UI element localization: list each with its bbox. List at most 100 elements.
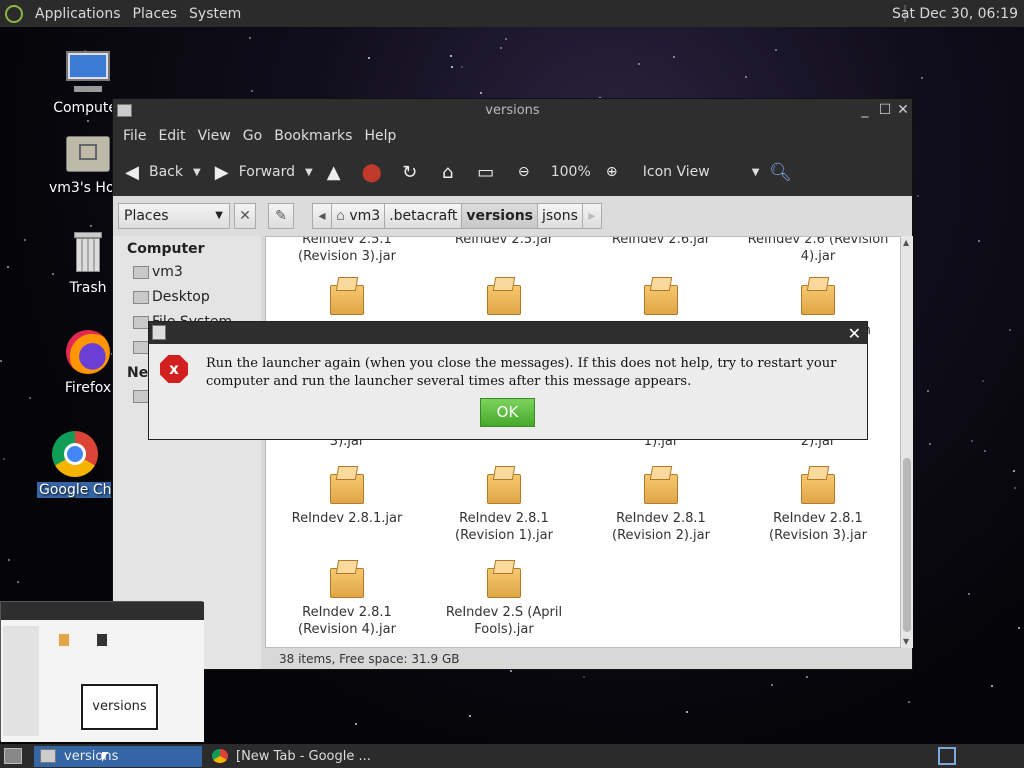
forward-button[interactable]: ▶ Forward ▼ [211,161,313,183]
star [1009,329,1011,331]
places-select[interactable]: Places [118,203,230,229]
star [921,77,923,79]
zoom-out-button[interactable]: ⊖ [513,161,541,183]
scroll-down-icon[interactable]: ▼ [903,637,909,646]
file-item[interactable]: ReIndev 2.8.1 (Revision 2).jar [586,466,736,544]
dialog-titlebar[interactable]: ✕ [149,322,867,344]
top-panel: Applications Places System Sat Dec 30, 0… [0,0,1024,27]
breadcrumb-jsons[interactable]: jsons [537,203,583,229]
scrollbar-thumb[interactable] [903,458,911,632]
menu-bookmarks[interactable]: Bookmarks [268,128,358,144]
star [505,38,507,40]
file-item[interactable]: ReIndev 2.5.jar [429,237,579,248]
menu-view[interactable]: View [192,128,237,144]
forward-dropdown-icon[interactable]: ▼ [305,167,313,178]
breadcrumb-left-arrow[interactable]: ◂ [312,203,332,229]
jar-package-icon [801,466,835,504]
workspace-switcher[interactable] [938,747,956,765]
star [450,55,452,57]
star [806,676,808,678]
star [745,76,747,78]
chrome-icon [212,749,228,763]
file-item[interactable] [743,277,893,321]
breadcrumb-vm3[interactable]: ⌂ vm3 [331,203,386,229]
preview-sidebar [3,626,39,736]
zoom-in-button[interactable]: ⊕ [601,161,629,183]
file-item[interactable] [272,277,422,321]
breadcrumb-right-arrow[interactable]: ▸ [581,203,602,229]
computer-small-icon: ▭ [477,161,495,183]
show-desktop-icon[interactable] [4,748,22,764]
menu-help[interactable]: Help [358,128,402,144]
jar-package-icon [487,277,521,315]
file-item[interactable]: ReIndev 2.8.1 (Revision 3).jar [743,466,893,544]
window-preview-thumbnail[interactable]: versions [0,601,204,742]
toolbar: ◀ Back ▼ ▶ Forward ▼ ▲ ⬤ ↻ ⌂ ▭ ⊖ 100% ⊕ Icon… [113,148,912,196]
file-item[interactable] [429,277,579,321]
java-app-icon [152,325,166,340]
trash-small-icon [133,341,149,354]
back-button[interactable]: ◀ Back ▼ [121,161,201,183]
dialog-message: Run the launcher again (when you close t… [206,356,837,389]
sidebar-item-desktop[interactable]: Desktop [113,285,261,310]
stop-icon: ⬤ [361,161,382,183]
distro-logo-icon[interactable] [5,4,23,23]
computer-button[interactable]: ▭ [475,161,503,183]
taskbar-item-chrome[interactable]: [New Tab - Google ... [206,746,406,767]
star [29,397,31,399]
clock[interactable]: Sat Dec 30, 06:19 [892,6,1018,22]
file-item[interactable]: ReIndev 2.5.1 (Revision 3).jar [272,237,422,265]
star [480,92,482,94]
close-icon[interactable]: ✕ [896,103,910,117]
file-item[interactable]: ReIndev 2.8.1.jar [272,466,422,527]
star [87,120,89,122]
breadcrumb-betacraft[interactable]: .betacraft [384,203,463,229]
minimize-icon[interactable]: _ [858,103,872,117]
taskbar-item-versions[interactable]: versions [34,746,202,767]
search-button[interactable]: 🔍︎ [769,161,797,183]
file-item[interactable]: ReIndev 2.8.1 (Revision 4).jar [272,560,422,638]
home-folder-icon [64,128,112,176]
up-arrow-icon: ▲ [326,161,341,183]
home-folder-icon [133,266,149,279]
ok-button[interactable]: OK [480,398,535,427]
stop-button[interactable]: ⬤ [361,161,389,183]
reload-button[interactable]: ↻ [399,161,427,183]
star [771,684,773,686]
up-button[interactable]: ▲ [323,161,351,183]
view-mode-select[interactable]: Icon View ▼ [643,164,760,180]
breadcrumb-versions[interactable]: versions [461,203,538,229]
close-sidebar-button[interactable]: ✕ [234,203,256,229]
file-item[interactable]: ReIndev 2.6.jar [586,237,736,248]
window-titlebar[interactable]: versions _ ☐ ✕ [113,99,912,123]
forward-arrow-icon: ▶ [214,161,229,183]
drive-icon [133,316,149,329]
file-item[interactable]: ReIndev 2.S (April Fools).jar [429,560,579,638]
maximize-icon[interactable]: ☐ [878,103,892,117]
file-item[interactable] [586,277,736,321]
preview-file-icon [97,634,107,646]
menu-edit[interactable]: Edit [152,128,191,144]
vertical-scrollbar[interactable]: ▲ ▼ [901,236,913,648]
search-icon: 🔍︎ [768,161,792,183]
places-menu[interactable]: Places [127,6,184,22]
file-icon-view[interactable]: ReIndev 2.5.1 (Revision 3).jar ReIndev 2… [265,236,901,648]
menu-go[interactable]: Go [237,128,268,144]
star [355,723,357,725]
star [249,37,251,39]
applications-menu[interactable]: Applications [29,6,127,22]
edit-location-button[interactable]: ✎ [268,203,294,229]
star [686,711,688,713]
file-item[interactable]: ReIndev 2.6 (Revision 4).jar [743,237,893,265]
home-button[interactable]: ⌂ [437,161,465,183]
scroll-up-icon[interactable]: ▲ [903,238,909,247]
dialog-close-icon[interactable]: ✕ [848,324,861,343]
back-dropdown-icon[interactable]: ▼ [193,167,201,178]
file-item[interactable]: ReIndev 2.8.1 (Revision 1).jar [429,466,579,544]
system-menu[interactable]: System [183,6,247,22]
home-icon: ⌂ [442,161,454,183]
menu-file[interactable]: File [117,128,152,144]
reload-icon: ↻ [402,161,418,183]
sidebar-item-vm3[interactable]: vm3 [113,260,261,285]
desktop-icon-chrome[interactable]: Google Chrome [37,430,111,498]
